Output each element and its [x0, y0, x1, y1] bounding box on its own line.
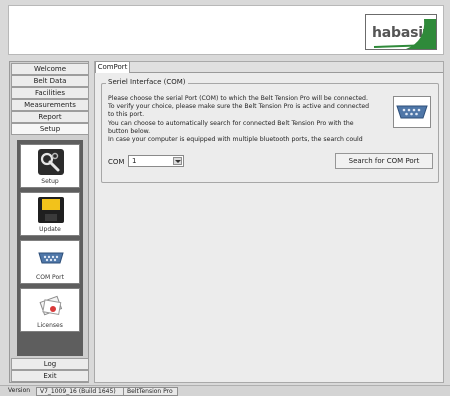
wrench-icon — [38, 149, 64, 175]
tool-update[interactable]: Update — [20, 192, 80, 236]
sidebar-item-log[interactable]: Log — [11, 358, 89, 370]
device-name: BeltTension Pro — [124, 387, 178, 396]
sidebar: Welcome Belt Data Facilities Measurement… — [9, 61, 89, 383]
description-line: In case your computer is equipped with m… — [108, 136, 363, 144]
description-line: To verify your choice, please make sure … — [108, 103, 370, 111]
habasit-logo: habasit — [365, 14, 437, 50]
search-com-port-button[interactable]: Search for COM Port — [335, 153, 433, 169]
sidebar-item-facilities[interactable]: Facilities — [11, 87, 89, 99]
description-line: to this port. — [108, 111, 145, 119]
certificate-icon — [39, 295, 63, 316]
description-text: Please choose the serial Port (COM) to w… — [108, 95, 390, 144]
tool-setup-label: Setup — [41, 178, 59, 185]
tool-licenses-label: Licenses — [37, 322, 63, 329]
tool-setup[interactable]: Setup — [20, 144, 80, 188]
version-value: V7_1009_16 (Build 1645) — [36, 387, 124, 396]
serial-connector-icon — [396, 105, 428, 119]
sidebar-item-exit[interactable]: Exit — [11, 370, 89, 382]
status-bar: Version V7_1009_16 (Build 1645) BeltTens… — [0, 385, 450, 396]
header-bar: habasit — [8, 5, 444, 55]
com-label: COM — [108, 158, 125, 166]
chevron-down-icon[interactable] — [173, 157, 182, 165]
com-port-value: 1 — [132, 157, 137, 165]
sidebar-item-setup[interactable]: Setup — [11, 123, 89, 135]
description-line: Please choose the serial Port (COM) to w… — [108, 95, 368, 102]
serial-connector-icon — [38, 252, 64, 264]
com-port-picture — [393, 96, 431, 128]
sidebar-item-measurements[interactable]: Measurements — [11, 99, 89, 111]
sidebar-item-report[interactable]: Report — [11, 111, 89, 123]
sidebar-item-welcome[interactable]: Welcome — [11, 63, 89, 75]
com-port-select[interactable]: 1 — [128, 155, 184, 167]
setup-tools-panel: Setup Update COM Port Licenses — [17, 140, 83, 356]
floppy-disk-icon — [38, 197, 64, 223]
tool-com-port-label: COM Port — [36, 274, 64, 281]
tool-licenses[interactable]: Licenses — [20, 288, 80, 332]
description-line: button below. — [108, 127, 151, 135]
version-label: Version — [8, 387, 31, 394]
tab-comport[interactable]: ComPort — [95, 61, 130, 73]
sidebar-item-belt-data[interactable]: Belt Data — [11, 75, 89, 87]
tool-update-label: Update — [39, 226, 61, 233]
tool-com-port[interactable]: COM Port — [20, 240, 80, 284]
description-line: You can choose to automatically search f… — [108, 119, 354, 127]
group-title: Seriel Interface (COM) — [106, 78, 188, 86]
logo-swoosh-icon — [373, 19, 436, 49]
